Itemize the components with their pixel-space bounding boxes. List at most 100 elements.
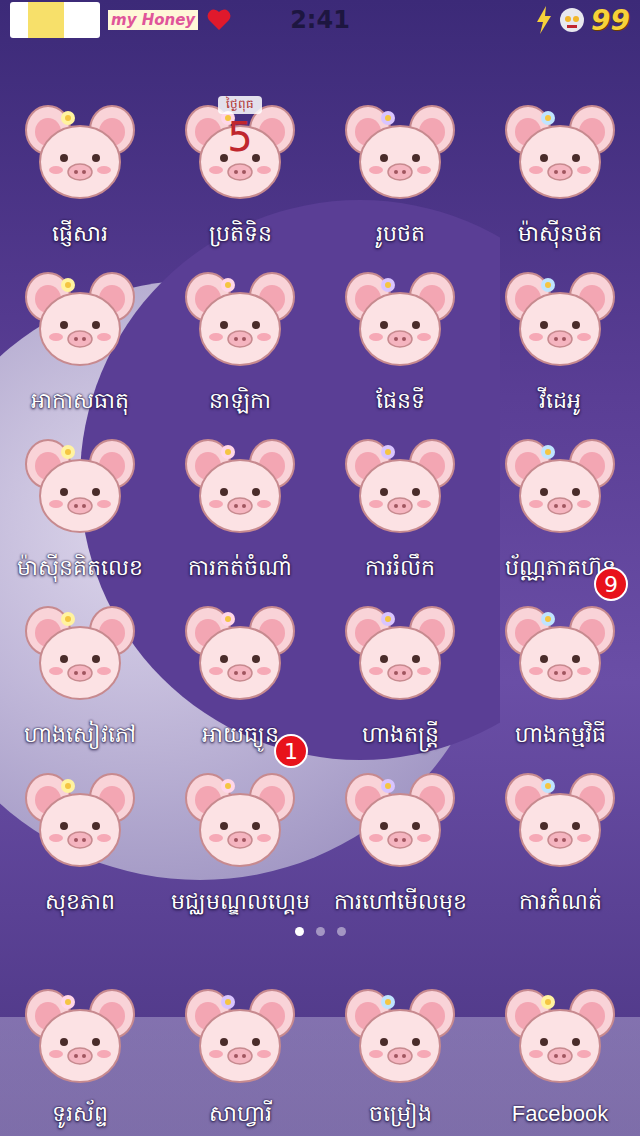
pig-icon xyxy=(502,430,618,542)
app-icon-cell[interactable]: ចម្រៀង xyxy=(320,966,480,1136)
app-icon[interactable] xyxy=(18,976,142,1096)
app-icon[interactable] xyxy=(18,426,142,546)
page-dot[interactable] xyxy=(316,927,325,936)
app-icon-cell[interactable]: សុខភាព xyxy=(0,760,160,927)
calendar-weekday: ថ្ងៃពុធ xyxy=(218,96,262,114)
app-icon-cell[interactable]: ហាងសៀវភៅ xyxy=(0,593,160,760)
app-icon[interactable] xyxy=(178,593,302,713)
app-icon-cell[interactable]: នាឡិកា xyxy=(160,259,320,426)
status-bar: my Honey 2:41 99 xyxy=(0,0,640,40)
app-icon[interactable] xyxy=(498,92,622,212)
app-icon[interactable]: ថ្ងៃពុធ5 xyxy=(178,92,302,212)
app-icon[interactable] xyxy=(338,593,462,713)
pig-icon xyxy=(342,96,458,208)
home-screen: my Honey 2:41 99 ផ្ញើសារ ថ្ងៃពុធ5 ប្រតិទិន រូប… xyxy=(0,0,640,1136)
app-label: ការកត់ចំណាំ xyxy=(188,550,292,586)
app-label: រូបថត xyxy=(376,216,425,252)
pig-icon xyxy=(22,96,138,208)
page-dot[interactable] xyxy=(337,927,346,936)
app-icon-cell[interactable]: សាហ្វារី xyxy=(160,966,320,1136)
app-icon-cell[interactable]: ម៉ាស៊ីនថត xyxy=(480,92,640,259)
app-label: ទូរស័ព្ទ xyxy=(52,1096,108,1132)
page-dot[interactable] xyxy=(295,927,304,936)
app-label: ហាងតន្ត្រី xyxy=(362,717,439,753)
app-label: នាឡិកា xyxy=(209,383,271,419)
avatar-icon xyxy=(10,2,100,38)
app-icon[interactable] xyxy=(338,976,462,1096)
status-caption: my Honey xyxy=(108,10,198,30)
app-icon-cell[interactable]: ការកត់ចំណាំ xyxy=(160,426,320,593)
app-label: ការហៅមើលមុខ xyxy=(334,884,467,920)
pig-icon xyxy=(342,263,458,375)
pig-icon xyxy=(342,597,458,709)
app-label: អាយធ្យូន xyxy=(202,717,279,753)
battery-level: 99 xyxy=(591,4,630,37)
pig-icon xyxy=(22,263,138,375)
app-icon[interactable] xyxy=(18,593,142,713)
pig-icon xyxy=(22,764,138,876)
pig-icon xyxy=(22,980,138,1092)
app-grid: ផ្ញើសារ ថ្ងៃពុធ5 ប្រតិទិន រូបថត ម៉ាស៊ីនថតអាក… xyxy=(0,40,640,927)
app-label: អាកាសធាតុ xyxy=(31,383,129,419)
app-icon-cell[interactable]: 1 មជ្ឈមណ្ឌលហ្គេម xyxy=(160,760,320,927)
app-icon[interactable] xyxy=(498,426,622,546)
heart-icon xyxy=(206,8,232,32)
page-indicator xyxy=(0,921,640,941)
pig-icon xyxy=(182,764,298,876)
app-icon-cell[interactable]: ការកំណត់ xyxy=(480,760,640,927)
app-label: ផ្ញើសារ xyxy=(52,216,108,252)
app-icon[interactable] xyxy=(18,760,142,880)
app-icon-cell[interactable]: វីដេអូ xyxy=(480,259,640,426)
app-icon[interactable] xyxy=(498,760,622,880)
app-icon[interactable] xyxy=(18,259,142,379)
app-label: ប្រតិទិន xyxy=(209,216,272,252)
app-label: មជ្ឈមណ្ឌលហ្គេម xyxy=(171,884,310,920)
app-label: ម៉ាស៊ីនគិតលេខ xyxy=(17,550,143,586)
dock: ទូរស័ព្ទ សាហ្វារី ចម្រៀង Facebook xyxy=(0,966,640,1136)
lightning-icon xyxy=(535,6,553,34)
app-icon[interactable] xyxy=(18,92,142,212)
app-icon-cell[interactable]: ការរំលឹក xyxy=(320,426,480,593)
app-label: សុខភាព xyxy=(45,884,115,920)
app-icon-cell[interactable]: ទូរស័ព្ទ xyxy=(0,966,160,1136)
app-icon[interactable] xyxy=(498,976,622,1096)
pig-icon xyxy=(182,597,298,709)
pig-icon xyxy=(182,263,298,375)
pig-icon xyxy=(342,430,458,542)
app-icon-cell[interactable]: ហាងតន្ត្រី xyxy=(320,593,480,760)
mascot-icon xyxy=(559,7,585,33)
app-icon[interactable] xyxy=(178,976,302,1096)
app-icon[interactable] xyxy=(338,92,462,212)
app-label: ហាងសៀវភៅ xyxy=(24,717,136,753)
app-icon[interactable] xyxy=(338,760,462,880)
app-icon-cell[interactable]: ម៉ាស៊ីនគិតលេខ xyxy=(0,426,160,593)
app-icon-cell[interactable]: ផែនទី xyxy=(320,259,480,426)
pig-icon xyxy=(22,597,138,709)
status-time: 2:41 xyxy=(290,6,350,34)
app-icon[interactable] xyxy=(338,259,462,379)
app-icon[interactable]: 9 xyxy=(498,593,622,713)
notification-badge: 1 xyxy=(274,734,308,768)
app-icon-cell[interactable]: ការហៅមើលមុខ xyxy=(320,760,480,927)
pig-icon xyxy=(502,980,618,1092)
app-icon[interactable] xyxy=(178,259,302,379)
app-icon[interactable] xyxy=(498,259,622,379)
pig-icon xyxy=(502,263,618,375)
app-icon[interactable]: 1 xyxy=(178,760,302,880)
app-icon[interactable] xyxy=(338,426,462,546)
pig-icon xyxy=(502,764,618,876)
pig-icon xyxy=(22,430,138,542)
notification-badge: 9 xyxy=(594,567,628,601)
app-label: Facebook xyxy=(512,1096,609,1132)
app-icon-cell[interactable]: អាកាសធាតុ xyxy=(0,259,160,426)
app-label: សាហ្វារី xyxy=(209,1096,272,1132)
app-icon-cell[interactable]: ផ្ញើសារ xyxy=(0,92,160,259)
app-icon-cell[interactable]: Facebook xyxy=(480,966,640,1136)
app-label: ផែនទី xyxy=(376,383,425,419)
calendar-day: 5 xyxy=(178,114,302,160)
app-icon[interactable] xyxy=(178,426,302,546)
pig-icon xyxy=(342,764,458,876)
app-icon-cell[interactable]: ថ្ងៃពុធ5 ប្រតិទិន xyxy=(160,92,320,259)
app-icon-cell[interactable]: 9ហាងកម្មវិធី xyxy=(480,593,640,760)
app-icon-cell[interactable]: រូបថត xyxy=(320,92,480,259)
